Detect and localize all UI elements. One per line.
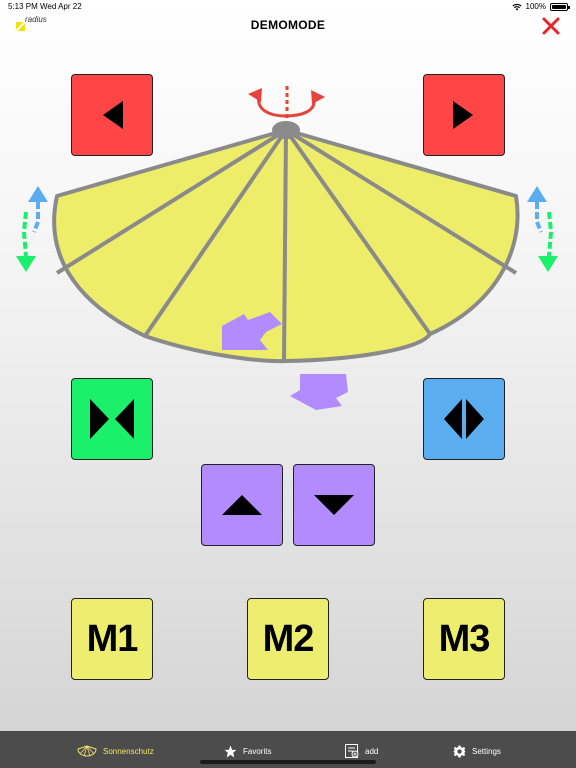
gear-icon	[453, 745, 466, 757]
home-indicator	[200, 760, 376, 764]
tilt-down-button[interactable]	[293, 464, 375, 546]
wifi-icon	[511, 3, 522, 10]
close-umbrella-button[interactable]	[71, 378, 153, 460]
memory-1-label: M1	[86, 617, 139, 660]
memory-3-button[interactable]: M3	[423, 598, 505, 680]
umbrella-canopy-illustration	[16, 86, 558, 410]
tilt-arrows-right-icon	[527, 186, 558, 272]
canopy-hub	[272, 121, 300, 139]
open-umbrella-icon	[444, 399, 484, 439]
triangle-down-icon	[314, 495, 354, 515]
add-list-icon	[345, 744, 359, 758]
tilt-up-button[interactable]	[201, 464, 283, 546]
page-title: DEMOMODE	[250, 18, 326, 32]
tab-settings-label: Settings	[472, 746, 501, 756]
status-bar: 5:13 PM Wed Apr 22 100%	[0, 0, 576, 14]
status-right: 100%	[511, 2, 570, 11]
tab-sonnenschutz[interactable]: Sonnenschutz	[77, 736, 154, 766]
status-date: Wed Apr 22	[40, 2, 82, 11]
close-umbrella-icon	[90, 399, 134, 439]
tilt-arrows-left-icon	[16, 186, 48, 272]
tab-sonnenschutz-label: Sonnenschutz	[103, 746, 154, 756]
rotation-arrows-icon	[248, 86, 325, 120]
triangle-up-icon	[222, 495, 262, 515]
tab-settings[interactable]: Settings	[453, 736, 501, 766]
memory-2-label: M2	[262, 617, 315, 660]
close-icon	[542, 17, 560, 35]
status-time: 5:13 PM	[8, 2, 38, 11]
memory-1-button[interactable]: M1	[71, 598, 153, 680]
close-button[interactable]	[540, 15, 562, 37]
memory-3-label: M3	[438, 617, 491, 660]
tab-add-label: add	[365, 746, 379, 756]
battery-icon	[550, 2, 570, 11]
star-icon	[224, 745, 237, 757]
tab-favorits-label: Favorits	[243, 746, 272, 756]
umbrella-icon	[77, 745, 97, 757]
battery-percent: 100%	[525, 2, 546, 11]
open-umbrella-button[interactable]	[423, 378, 505, 460]
memory-2-button[interactable]: M2	[247, 598, 329, 680]
